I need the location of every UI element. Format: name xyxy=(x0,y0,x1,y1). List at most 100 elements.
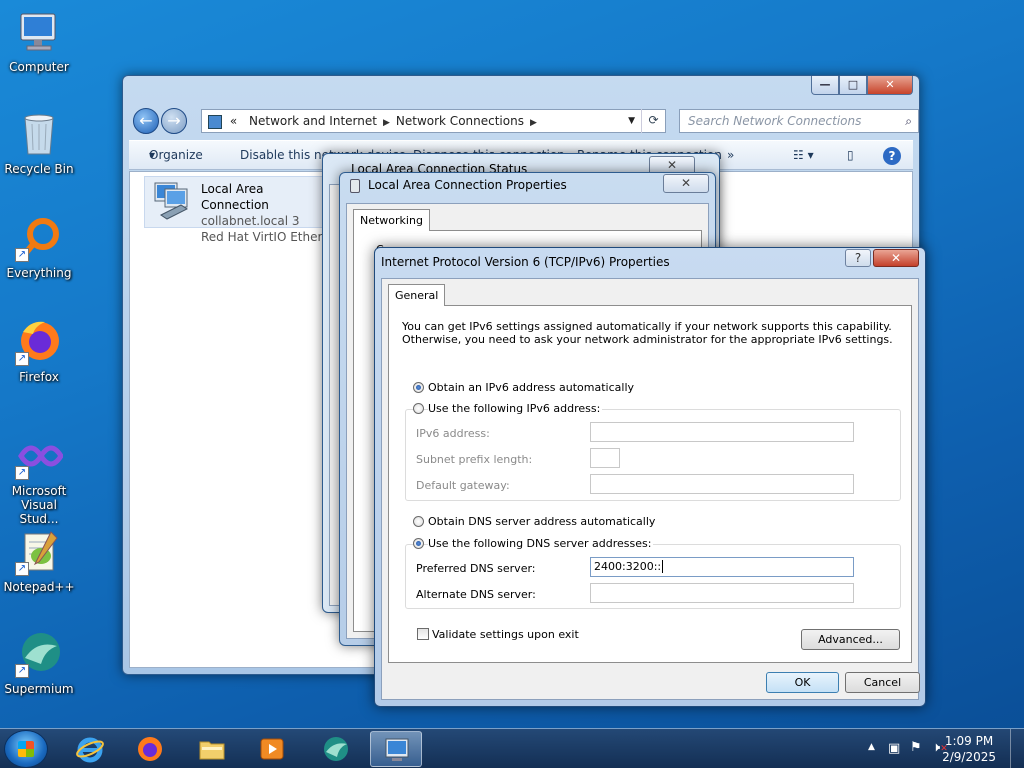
desktop-icon-recycle-bin[interactable]: Recycle Bin xyxy=(2,110,76,176)
action-center-flag-icon[interactable]: ⚑ xyxy=(910,740,922,755)
validate-checkbox[interactable] xyxy=(417,628,429,640)
preferred-dns-label: Preferred DNS server: xyxy=(416,562,536,575)
desktop-icon-everything[interactable]: ↗ Everything xyxy=(2,214,76,280)
search-input[interactable]: Search Network Connections ⌕ xyxy=(679,109,919,133)
network-status-icon[interactable]: ▣ xyxy=(888,741,900,756)
connection-name: Local Area Connection xyxy=(201,182,269,212)
dialog-body: General You can get IPv6 settings assign… xyxy=(381,278,920,700)
properties-dialog-title: Local Area Connection Properties xyxy=(368,178,567,192)
start-button[interactable] xyxy=(4,730,48,768)
ipv6-dialog-title: Internet Protocol Version 6 (TCP/IPv6) P… xyxy=(381,255,670,269)
connection-network: collabnet.local 3 xyxy=(201,214,300,228)
firefox-icon xyxy=(138,737,162,761)
tab-networking[interactable]: Networking xyxy=(353,209,430,231)
visual-studio-icon: ↗ xyxy=(15,432,64,480)
network-folder-icon xyxy=(208,114,222,129)
default-gateway-field[interactable] xyxy=(590,474,854,494)
shortcut-arrow-icon: ↗ xyxy=(15,248,29,262)
shortcut-arrow-icon: ↗ xyxy=(15,562,29,576)
default-gateway-label: Default gateway: xyxy=(416,479,510,492)
close-button[interactable]: ✕ xyxy=(867,76,913,95)
breadcrumb-arrow-icon[interactable]: ▶ xyxy=(530,118,537,128)
breadcrumb-network-connections[interactable]: Network Connections xyxy=(396,114,524,128)
everything-icon: ↗ xyxy=(15,214,63,262)
tab-general[interactable]: General xyxy=(388,284,446,306)
validate-label[interactable]: Validate settings upon exit xyxy=(432,628,579,641)
alternate-dns-label: Alternate DNS server: xyxy=(416,588,536,601)
help-button[interactable]: ? xyxy=(845,249,871,267)
back-button[interactable]: ← xyxy=(133,108,159,134)
local-area-connection-item[interactable]: Local Area Connection collabnet.local 3 … xyxy=(144,176,330,244)
cancel-button[interactable]: Cancel xyxy=(845,672,920,693)
use-ipv6-radio[interactable] xyxy=(413,403,424,414)
preferred-dns-field[interactable]: 2400:3200:: xyxy=(590,557,854,577)
recycle-bin-icon xyxy=(15,110,63,158)
taskbar-firefox[interactable] xyxy=(124,731,176,767)
internet-explorer-icon xyxy=(76,737,104,763)
obtain-ipv6-label[interactable]: Obtain an IPv6 address automatically xyxy=(428,381,634,394)
window-controls: — □ ✕ xyxy=(811,76,913,95)
supermium-icon: ↗ xyxy=(15,630,63,678)
desktop-icon-notepad-plus-plus[interactable]: ↗ Notepad++ xyxy=(2,528,76,594)
advanced-button[interactable]: Advanced... xyxy=(801,629,900,650)
breadcrumb-network-and-internet[interactable]: Network and Internet xyxy=(249,114,377,128)
taskbar-network-connections[interactable] xyxy=(370,731,422,767)
forward-button[interactable]: → xyxy=(161,108,187,134)
taskbar-file-explorer[interactable] xyxy=(186,731,238,767)
breadcrumb-overflow[interactable]: « xyxy=(230,114,237,128)
use-dns-label[interactable]: Use the following DNS server addresses: xyxy=(428,537,654,550)
address-bar[interactable]: « Network and Internet ▶ Network Connectio… xyxy=(201,109,666,133)
obtain-dns-radio[interactable] xyxy=(413,516,424,527)
desktop-icon-visual-studio[interactable]: ↗ Microsoft Visual Stud... xyxy=(2,432,76,526)
shortcut-arrow-icon: ↗ xyxy=(15,352,29,366)
supermium-icon xyxy=(324,737,348,761)
connection-adapter: Red Hat VirtIO Ethernet xyxy=(201,230,329,244)
minimize-button[interactable]: — xyxy=(811,76,839,95)
network-connections-icon xyxy=(385,738,409,761)
maximize-button[interactable]: □ xyxy=(839,76,867,95)
clock[interactable]: 1:09 PM 2/9/2025 xyxy=(942,733,996,765)
taskbar-internet-explorer[interactable] xyxy=(64,731,116,767)
obtain-ipv6-radio[interactable] xyxy=(413,382,424,393)
folder-icon xyxy=(199,741,225,760)
obtain-dns-label[interactable]: Obtain DNS server address automatically xyxy=(428,515,655,528)
media-player-icon xyxy=(260,738,284,760)
desktop-icon-computer[interactable]: Computer xyxy=(2,8,76,74)
clock-date: 2/9/2025 xyxy=(942,750,996,764)
address-dropdown-icon[interactable]: ▼ xyxy=(628,110,635,132)
help-icon[interactable]: ? xyxy=(883,147,901,165)
ok-button[interactable]: OK xyxy=(766,672,839,693)
breadcrumb-arrow-icon[interactable]: ▶ xyxy=(383,118,390,128)
alternate-dns-field[interactable] xyxy=(590,583,854,603)
change-view-icon[interactable]: ☷ ▾ xyxy=(793,141,814,170)
ipv6-address-field[interactable] xyxy=(590,422,854,442)
taskbar-supermium[interactable] xyxy=(310,731,362,767)
more-commands-button[interactable]: » xyxy=(727,141,734,170)
use-ipv6-label[interactable]: Use the following IPv6 address: xyxy=(428,402,603,415)
desktop-icon-firefox[interactable]: ↗ Firefox xyxy=(2,318,76,384)
clock-time: 1:09 PM xyxy=(944,734,994,748)
shortcut-arrow-icon: ↗ xyxy=(15,664,29,678)
intro-text-line2: Otherwise, you need to ask your network … xyxy=(402,333,893,346)
intro-text-line1: You can get IPv6 settings assigned autom… xyxy=(402,320,892,333)
notepad-plus-plus-icon: ↗ xyxy=(15,528,63,576)
search-icon: ⌕ xyxy=(905,114,912,128)
show-hidden-icons-button[interactable]: ▲ xyxy=(868,742,875,752)
subnet-prefix-label: Subnet prefix length: xyxy=(416,453,533,466)
taskbar-media-player[interactable] xyxy=(246,731,298,767)
preview-pane-icon[interactable]: ▯ xyxy=(847,141,854,170)
notification-area: ▲ ▣ ⚑ 🕨✕ 1:09 PM 2/9/2025 xyxy=(834,729,1024,768)
ipv6-address-label: IPv6 address: xyxy=(416,427,490,440)
desktop-icon-supermium[interactable]: ↗ Supermium xyxy=(2,630,76,696)
close-button[interactable]: ✕ xyxy=(873,249,919,267)
properties-close-button[interactable]: ✕ xyxy=(663,174,709,193)
use-dns-radio[interactable] xyxy=(413,538,424,549)
refresh-button[interactable]: ⟳ xyxy=(641,109,665,133)
organize-menu[interactable]: Organize ▾ xyxy=(149,141,203,170)
taskbar: ▲ ▣ ⚑ 🕨✕ 1:09 PM 2/9/2025 xyxy=(0,728,1024,768)
computer-icon xyxy=(15,8,63,56)
general-tab-pane: You can get IPv6 settings assigned autom… xyxy=(388,305,912,663)
show-desktop-button[interactable] xyxy=(1010,729,1024,768)
network-plug-icon xyxy=(350,179,360,193)
subnet-prefix-field[interactable] xyxy=(590,448,620,468)
